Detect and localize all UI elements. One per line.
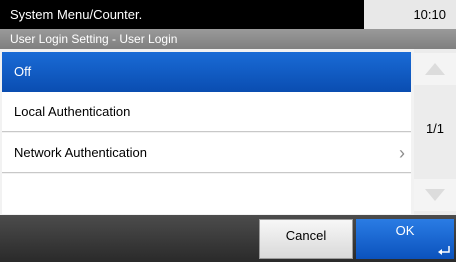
chevron-right-icon: ›: [399, 143, 405, 163]
option-label: Local Authentication: [14, 104, 131, 119]
option-local-authentication[interactable]: Local Authentication: [2, 92, 411, 132]
scroll-down-icon[interactable]: [414, 179, 456, 211]
scroll-up-icon[interactable]: [414, 53, 456, 85]
option-network-authentication[interactable]: Network Authentication ›: [2, 133, 411, 173]
cancel-button[interactable]: Cancel: [259, 219, 353, 259]
option-label: Network Authentication: [14, 145, 147, 160]
ok-label: OK: [395, 223, 415, 238]
screen-title: User Login Setting - User Login: [0, 29, 456, 49]
status-title: System Menu/Counter.: [0, 0, 364, 29]
enter-icon: [438, 246, 450, 255]
option-off[interactable]: Off: [2, 52, 411, 92]
option-label: Off: [14, 64, 32, 79]
option-list: Off Local Authentication Network Authent…: [0, 49, 414, 215]
clock: 10:10: [364, 0, 456, 29]
page-indicator: 1/1: [425, 121, 445, 136]
ok-button[interactable]: OK: [356, 219, 454, 259]
empty-row: [2, 174, 411, 214]
scroll-panel: 1/1: [414, 49, 456, 215]
status-bar: System Menu/Counter. 10:10: [0, 0, 456, 29]
